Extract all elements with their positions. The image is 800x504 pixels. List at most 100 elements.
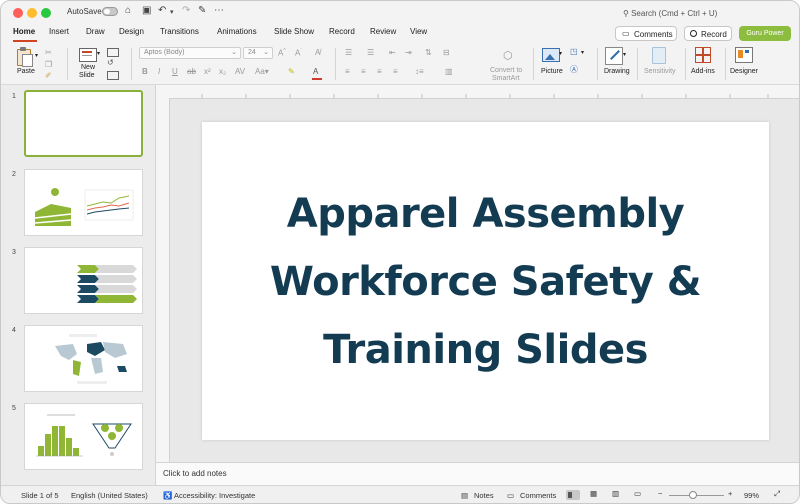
tab-review[interactable]: Review: [370, 27, 396, 36]
guru-power-button[interactable]: Guru Power: [739, 26, 791, 41]
paste-icon[interactable]: [15, 47, 33, 67]
tab-draw[interactable]: Draw: [86, 27, 105, 36]
designer-icon[interactable]: [735, 47, 753, 63]
slide-canvas[interactable]: Apparel Assembly Workforce Safety & Trai…: [202, 122, 769, 440]
reset-icon[interactable]: ↺: [107, 58, 114, 67]
slide-thumbnail-5[interactable]: [24, 403, 143, 470]
picture-icon[interactable]: [542, 48, 560, 62]
autosave-toggle[interactable]: [102, 7, 118, 16]
active-tab-indicator: [13, 40, 37, 42]
slideshow-view-icon[interactable]: ▭: [634, 489, 641, 498]
line-spacing-icon[interactable]: ↕≡: [415, 67, 424, 76]
picture-dropdown-icon[interactable]: ▾: [559, 50, 562, 57]
new-slide-dropdown-icon[interactable]: ▾: [97, 50, 100, 57]
increase-indent-icon[interactable]: ⇥: [405, 48, 412, 57]
fit-to-window-icon[interactable]: ⤢: [774, 489, 780, 499]
minimize-window-button[interactable]: [27, 8, 37, 18]
redo-icon[interactable]: ↷: [182, 5, 190, 17]
language-indicator[interactable]: English (United States): [71, 491, 148, 500]
addins-icon[interactable]: [695, 47, 711, 63]
smartart-icon[interactable]: ⬡: [503, 49, 513, 62]
more-icon[interactable]: ⋯: [214, 5, 224, 17]
new-slide-icon[interactable]: [79, 48, 97, 62]
comments-button[interactable]: ▭ Comments: [615, 26, 677, 41]
cut-icon[interactable]: ✂: [45, 48, 52, 57]
accessibility-status[interactable]: Accessibility: Investigate: [174, 491, 255, 500]
zoom-level[interactable]: 99%: [744, 491, 759, 500]
section-icon[interactable]: [107, 71, 119, 80]
normal-view-button[interactable]: [566, 490, 580, 500]
tab-design[interactable]: Design: [119, 27, 144, 36]
notes-pane[interactable]: Click to add notes: [156, 462, 799, 485]
reading-view-icon[interactable]: ▥: [612, 489, 619, 498]
zoom-in-icon[interactable]: +: [728, 489, 732, 498]
subscript-icon[interactable]: x₂: [219, 67, 226, 76]
font-size-field[interactable]: 24 ⌄: [243, 47, 273, 59]
zoom-out-icon[interactable]: −: [658, 489, 662, 498]
slide-thumbnail-1[interactable]: [24, 90, 143, 157]
format-painter-icon[interactable]: ✎: [198, 5, 206, 17]
shapes-dropdown-icon[interactable]: ▾: [581, 49, 584, 56]
slide-title[interactable]: Apparel Assembly Workforce Safety & Trai…: [202, 180, 769, 384]
undo-dropdown-icon[interactable]: ▾: [170, 7, 174, 19]
slide-sorter-view-icon[interactable]: ▦: [590, 489, 597, 498]
tab-home[interactable]: Home: [13, 27, 35, 36]
status-bar: Slide 1 of 5 English (United States) ♿ A…: [1, 485, 799, 503]
home-icon[interactable]: ⌂: [125, 5, 131, 17]
undo-icon[interactable]: ↶: [158, 5, 166, 17]
paste-dropdown-icon[interactable]: ▾: [35, 52, 38, 59]
format-painter-brush-icon[interactable]: ✐: [45, 71, 52, 80]
zoom-window-button[interactable]: [41, 8, 51, 18]
notes-toggle[interactable]: Notes: [474, 491, 494, 500]
slide-thumbnail-4[interactable]: [24, 325, 143, 392]
change-case-icon[interactable]: Aa▾: [255, 67, 269, 76]
text-box-icon[interactable]: Ⓐ: [570, 64, 578, 75]
slide-thumbnail-2[interactable]: [24, 169, 143, 236]
decrease-font-icon[interactable]: Aˇ: [295, 48, 302, 58]
justify-icon[interactable]: ≡: [393, 67, 398, 76]
zoom-slider-thumb[interactable]: [689, 491, 697, 499]
align-center-icon[interactable]: ≡: [361, 67, 366, 76]
bold-icon[interactable]: B: [142, 67, 148, 76]
convert-smartart-label-line1: Convert to: [490, 67, 523, 74]
copy-icon[interactable]: ❐: [45, 60, 52, 69]
italic-icon[interactable]: I: [158, 67, 160, 76]
columns-icon[interactable]: ▥: [445, 67, 453, 76]
search-placeholder: Search (Cmd + Ctrl + U): [631, 9, 718, 18]
align-text-icon[interactable]: ⊟: [443, 48, 450, 57]
tab-animations[interactable]: Animations: [217, 27, 257, 36]
record-button[interactable]: Record: [684, 26, 732, 41]
character-spacing-icon[interactable]: AV: [235, 67, 245, 76]
numbering-icon[interactable]: ☰: [367, 48, 374, 57]
align-left-icon[interactable]: ≡: [345, 67, 350, 76]
tab-view[interactable]: View: [410, 27, 427, 36]
clear-formatting-icon[interactable]: A̸: [315, 48, 320, 57]
tab-slide-show[interactable]: Slide Show: [274, 27, 314, 36]
font-name-field[interactable]: Aptos (Body) ⌄: [139, 47, 241, 59]
tab-transitions[interactable]: Transitions: [160, 27, 199, 36]
accessibility-icon: ♿: [163, 491, 173, 500]
font-color-icon[interactable]: A: [313, 67, 318, 76]
drawing-icon[interactable]: [605, 47, 623, 65]
decrease-indent-icon[interactable]: ⇤: [389, 48, 396, 57]
superscript-icon[interactable]: x²: [204, 67, 211, 76]
layout-icon[interactable]: [107, 48, 119, 57]
comments-toggle[interactable]: Comments: [520, 491, 556, 500]
highlight-icon[interactable]: ✎: [288, 67, 295, 76]
bullets-icon[interactable]: ☰: [345, 48, 352, 57]
text-direction-icon[interactable]: ⇅: [425, 48, 432, 57]
align-right-icon[interactable]: ≡: [377, 67, 382, 76]
save-icon[interactable]: ▣: [142, 5, 151, 17]
tab-record[interactable]: Record: [329, 27, 355, 36]
tab-insert[interactable]: Insert: [49, 27, 69, 36]
strikethrough-icon[interactable]: ab: [187, 67, 196, 76]
increase-font-icon[interactable]: A^: [278, 48, 286, 58]
slide-thumbnail-3[interactable]: [24, 247, 143, 314]
close-window-button[interactable]: [13, 8, 23, 18]
underline-icon[interactable]: U: [172, 67, 178, 76]
sensitivity-icon[interactable]: [652, 47, 666, 64]
drawing-dropdown-icon[interactable]: ▾: [623, 51, 626, 58]
shapes-icon[interactable]: ◳: [570, 47, 578, 56]
search-box[interactable]: ⚲ Search (Cmd + Ctrl + U): [623, 9, 717, 18]
font-color-swatch: [312, 78, 322, 80]
